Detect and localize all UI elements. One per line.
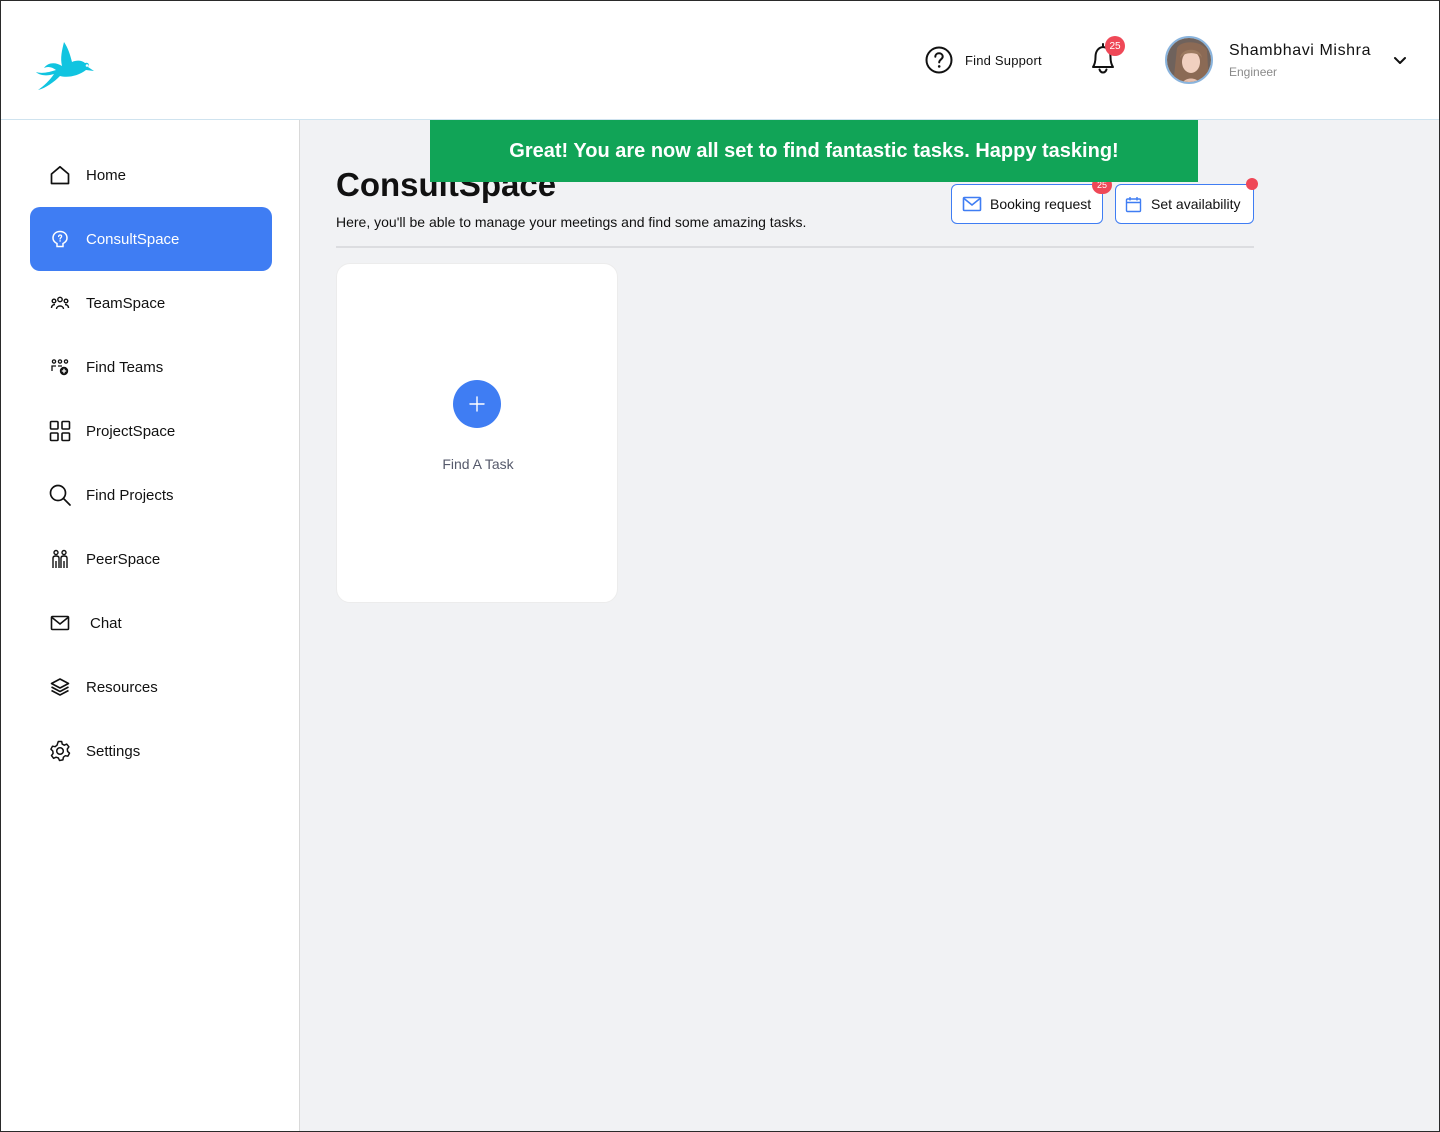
sidebar-item-label: Settings xyxy=(86,742,141,760)
booking-request-label: Booking request xyxy=(990,196,1092,212)
sidebar-item-label: Home xyxy=(86,166,127,184)
add-task-button[interactable] xyxy=(453,380,501,428)
home-icon xyxy=(48,163,72,187)
sidebar-item-home[interactable]: Home xyxy=(30,143,272,207)
find-support-label: Find Support xyxy=(965,52,1042,68)
sidebar-item-label: ConsultSpace xyxy=(86,230,180,248)
user-role: Engineer xyxy=(1229,65,1278,79)
sidebar-item-projectspace[interactable]: ProjectSpace xyxy=(30,399,272,463)
avatar[interactable] xyxy=(1165,36,1213,84)
sidebar-item-label: Resources xyxy=(86,678,158,696)
sidebar: Home ConsultSpace TeamSpace Find Teams P… xyxy=(0,120,300,1132)
notification-badge: 25 xyxy=(1105,36,1125,56)
user-photo xyxy=(1167,38,1211,82)
sidebar-item-find-projects[interactable]: Find Projects xyxy=(30,463,272,527)
help-circle-icon xyxy=(925,46,953,74)
sidebar-item-label: Find Teams xyxy=(86,358,164,376)
find-task-label: Find A Task xyxy=(442,456,514,472)
find-support-button[interactable]: Find Support xyxy=(924,45,1042,75)
sidebar-item-label: PeerSpace xyxy=(86,550,161,568)
header-divider xyxy=(336,246,1254,248)
chevron-down-icon[interactable] xyxy=(1392,52,1408,68)
sidebar-item-settings[interactable]: Settings xyxy=(30,719,272,783)
search-icon xyxy=(48,483,72,507)
mail-icon xyxy=(48,611,72,635)
user-name: Shambhavi Mishra xyxy=(1229,42,1372,59)
consult-icon xyxy=(48,227,72,251)
availability-dot xyxy=(1246,178,1258,190)
success-toast: Great! You are now all set to find fanta… xyxy=(430,120,1198,182)
grid-icon xyxy=(48,419,72,443)
calendar-icon xyxy=(1125,196,1142,212)
set-availability-label: Set availability xyxy=(1151,196,1241,212)
page-subtitle: Here, you'll be able to manage your meet… xyxy=(336,214,807,230)
set-availability-button[interactable]: Set availability xyxy=(1115,184,1254,224)
booking-request-button[interactable]: Booking request xyxy=(951,184,1103,224)
sidebar-item-find-teams[interactable]: Find Teams xyxy=(30,335,272,399)
mail-icon xyxy=(962,196,982,212)
sidebar-item-label: Find Projects xyxy=(86,486,174,504)
find-teams-icon xyxy=(48,355,72,379)
gear-icon xyxy=(48,739,72,763)
sidebar-item-label: ProjectSpace xyxy=(86,422,176,440)
top-header: Find Support 25 Shambhavi Mishra Enginee… xyxy=(0,0,1440,120)
bird-logo[interactable] xyxy=(32,40,98,92)
team-icon xyxy=(48,291,72,315)
sidebar-item-label: Chat xyxy=(90,614,122,632)
peer-icon xyxy=(48,547,72,571)
toast-message: Great! You are now all set to find fanta… xyxy=(509,139,1119,162)
plus-icon xyxy=(469,396,485,412)
layers-icon xyxy=(48,675,72,699)
find-task-card[interactable]: Find A Task xyxy=(336,263,618,603)
sidebar-item-teamspace[interactable]: TeamSpace xyxy=(30,271,272,335)
sidebar-item-label: TeamSpace xyxy=(86,294,166,312)
sidebar-item-consultspace[interactable]: ConsultSpace xyxy=(30,207,272,271)
sidebar-item-resources[interactable]: Resources xyxy=(30,655,272,719)
sidebar-item-chat[interactable]: Chat xyxy=(30,591,272,655)
sidebar-item-peerspace[interactable]: PeerSpace xyxy=(30,527,272,591)
